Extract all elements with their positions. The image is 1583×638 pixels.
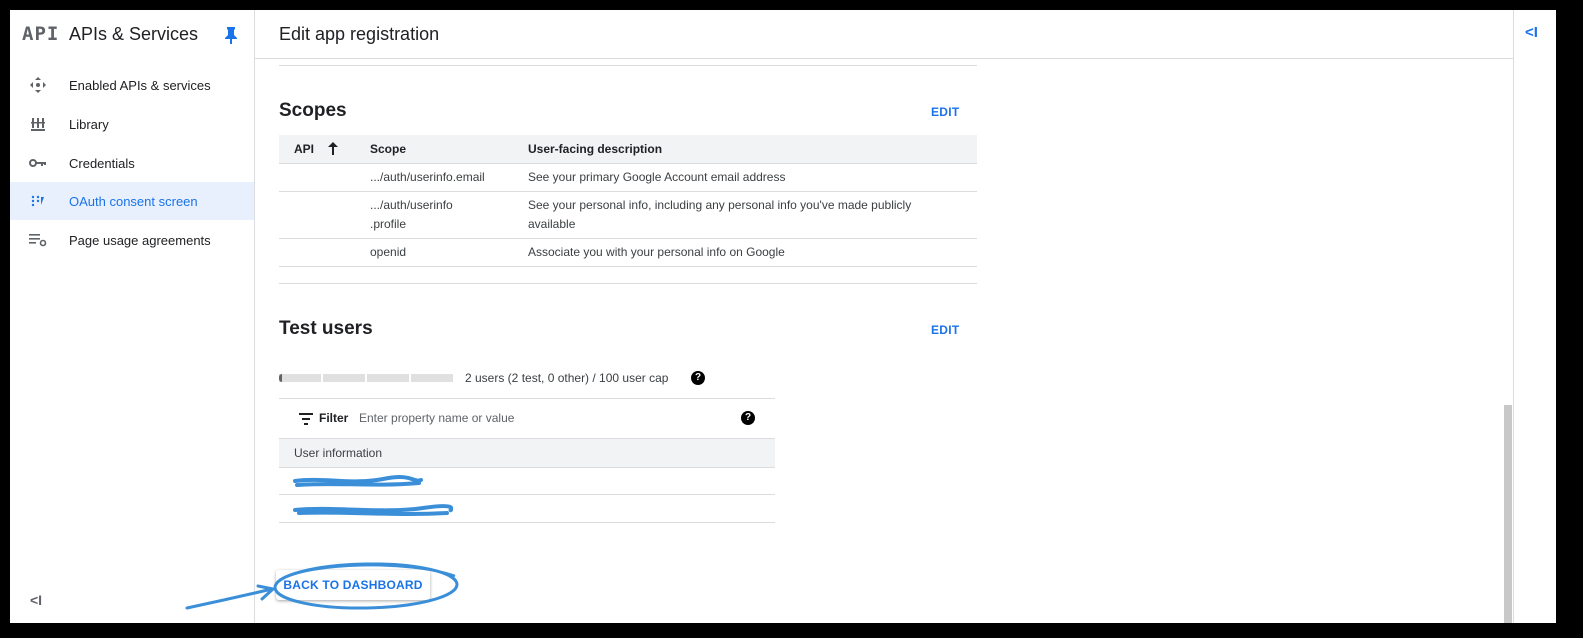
back-to-dashboard-button[interactable]: BACK TO DASHBOARD	[276, 570, 430, 600]
filter-icon	[299, 413, 313, 425]
cell-api	[279, 191, 370, 239]
collapse-right-panel-icon[interactable]: <I	[1525, 24, 1538, 41]
cell-scope: openid	[370, 238, 528, 267]
sidebar-item-label: Enabled APIs & services	[69, 77, 211, 93]
agreements-icon	[28, 230, 48, 250]
column-header-scope: Scope	[370, 135, 528, 164]
sidebar-item-library[interactable]: Library	[10, 105, 254, 143]
filter-help-icon[interactable]: ?	[741, 411, 755, 425]
enabled-apis-icon	[28, 75, 48, 95]
cap-help-icon[interactable]: ?	[691, 371, 705, 385]
sort-arrow-up-icon	[328, 142, 339, 155]
table-row: .../auth/userinfo.email See your primary…	[279, 163, 977, 192]
cell-scope: .../auth/userinfo .profile	[370, 191, 528, 239]
redaction-scribble	[293, 475, 423, 487]
right-panel-divider	[1513, 10, 1514, 623]
scrollbar[interactable]	[1504, 405, 1512, 623]
sidebar: API APIs & Services Enabled APIs & servi…	[10, 10, 255, 623]
sidebar-item-label: Credentials	[69, 155, 135, 171]
user-cap-fill	[279, 374, 283, 382]
api-logo: API	[22, 23, 60, 45]
oauth-icon	[28, 191, 48, 211]
cell-description: Associate you with your personal info on…	[528, 238, 977, 267]
column-header-user-information: User information	[294, 446, 383, 460]
user-cap-text: 2 users (2 test, 0 other) / 100 user cap	[465, 371, 669, 385]
table-row: openid Associate you with your personal …	[279, 238, 977, 267]
section-divider	[279, 65, 977, 66]
sidebar-item-page-usage-agreements[interactable]: Page usage agreements	[10, 221, 254, 259]
app-frame: API APIs & Services Enabled APIs & servi…	[10, 10, 1556, 623]
test-users-edit-button[interactable]: EDIT	[931, 323, 960, 337]
sidebar-item-label: Page usage agreements	[69, 232, 211, 248]
library-icon	[28, 114, 48, 134]
scopes-table: API Scope User-facing description .../au…	[279, 135, 977, 267]
filter-input[interactable]	[357, 407, 721, 429]
key-icon	[28, 153, 48, 173]
sidebar-item-enabled-apis[interactable]: Enabled APIs & services	[10, 66, 254, 104]
table-row	[279, 495, 775, 523]
cell-scope: .../auth/userinfo.email	[370, 163, 528, 192]
cell-api	[279, 163, 370, 192]
test-users-title: Test users	[279, 318, 373, 339]
users-table-header: User information	[279, 438, 775, 468]
sidebar-item-credentials[interactable]: Credentials	[10, 144, 254, 182]
cell-api	[279, 238, 370, 267]
sidebar-item-oauth-consent[interactable]: OAuth consent screen	[10, 182, 254, 220]
filter-bar: Filter ?	[279, 398, 775, 438]
table-row	[279, 467, 775, 495]
sidebar-item-label: OAuth consent screen	[69, 193, 198, 209]
column-header-api[interactable]: API	[279, 135, 370, 164]
redaction-scribble	[293, 504, 453, 516]
scopes-title: Scopes	[279, 100, 347, 121]
user-cap-bar	[279, 374, 453, 382]
page-title: Edit app registration	[279, 24, 440, 44]
filter-label: Filter	[319, 411, 349, 425]
section-divider	[279, 283, 977, 284]
column-header-description: User-facing description	[528, 135, 977, 164]
sidebar-title: APIs & Services	[69, 24, 199, 44]
collapse-sidebar-icon[interactable]: <I	[30, 592, 42, 608]
sidebar-item-label: Library	[69, 116, 109, 132]
header: Edit app registration	[255, 10, 1513, 59]
scopes-edit-button[interactable]: EDIT	[931, 105, 960, 119]
pin-icon[interactable]	[223, 26, 239, 44]
cell-description: See your primary Google Account email ad…	[528, 163, 977, 192]
table-row: .../auth/userinfo .profile See your pers…	[279, 191, 977, 239]
cell-description: See your personal info, including any pe…	[528, 191, 977, 239]
